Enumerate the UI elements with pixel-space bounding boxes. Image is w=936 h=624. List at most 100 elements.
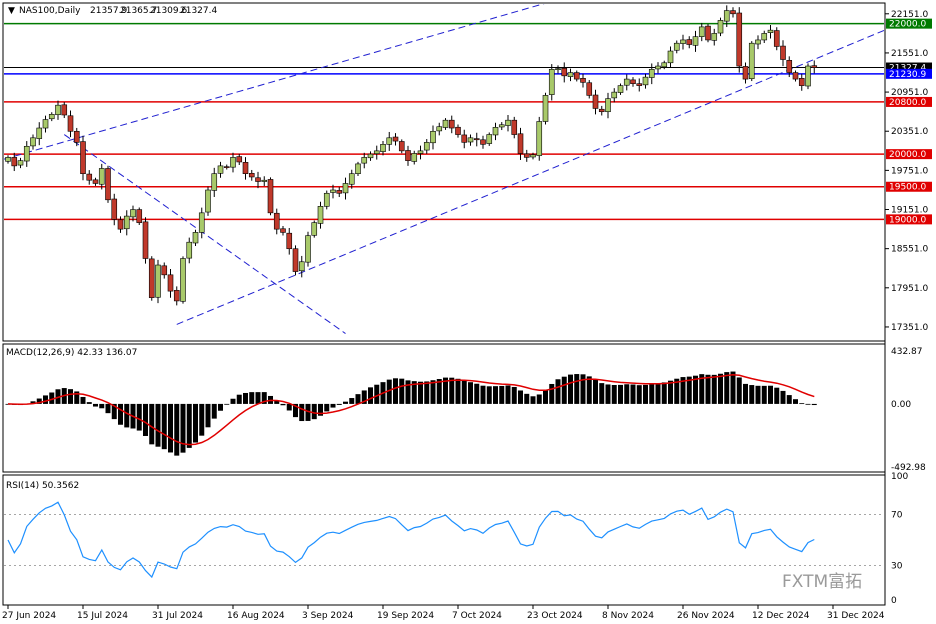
- macd-bar-72: [455, 378, 461, 404]
- x-tick-label-0: 27 Jun 2024: [2, 611, 56, 621]
- candle-body-0: [5, 157, 11, 162]
- candle-body-104: [655, 65, 661, 70]
- candle-body-101: [636, 83, 643, 86]
- macd-bar-32: [205, 403, 211, 428]
- macd-bar-95: [599, 383, 605, 404]
- candle-body-47: [298, 261, 305, 272]
- macd-bar-78: [493, 386, 498, 404]
- candle-body-88: [555, 68, 561, 70]
- candle-body-7: [48, 114, 55, 120]
- macd-bar-40: [255, 392, 261, 404]
- candle-body-57: [361, 157, 368, 164]
- macd-bar-112: [705, 374, 711, 404]
- price-tick-label-3: 20351.0: [891, 127, 928, 137]
- price-tag-label-4: 20000.0: [889, 150, 926, 160]
- macd-bar-29: [186, 403, 192, 448]
- candle-body-60: [380, 144, 386, 152]
- candle-body-55: [348, 173, 355, 185]
- candle-body-35: [223, 166, 230, 168]
- candle-body-78: [492, 127, 499, 136]
- macd-bar-114: [718, 373, 723, 404]
- candle-body-89: [561, 67, 568, 77]
- candle-body-87: [548, 69, 555, 95]
- macd-bar-91: [574, 374, 580, 404]
- candle-body-9: [61, 104, 68, 116]
- price-tick-label-6: 18551.0: [891, 245, 928, 255]
- candle-body-11: [73, 130, 80, 143]
- candle-body-30: [192, 232, 199, 244]
- price-tag-label-2: 21230.9: [889, 70, 926, 80]
- macd-bar-38: [243, 392, 248, 404]
- candle-body-80: [505, 119, 511, 126]
- candle-body-90: [567, 72, 574, 77]
- macd-bar-49: [311, 403, 317, 420]
- candle-body-2: [17, 160, 24, 166]
- macd-bar-71: [449, 377, 455, 404]
- x-tick-label-9: 26 Nov 2024: [677, 611, 735, 621]
- candle-body-113: [711, 33, 718, 41]
- candle-body-39: [248, 173, 255, 178]
- macd-bar-67: [424, 381, 430, 404]
- macd-bar-124: [780, 390, 786, 404]
- macd-bar-12: [80, 396, 86, 404]
- x-tick-label-7: 23 Oct 2024: [527, 611, 583, 621]
- macd-bar-74: [468, 382, 473, 404]
- macd-bar-88: [555, 379, 561, 404]
- macd-bar-92: [580, 374, 586, 404]
- macd-bar-84: [530, 396, 536, 404]
- macd-bar-19: [124, 403, 130, 428]
- macd-bar-101: [636, 385, 642, 404]
- symbol-dropdown-arrow[interactable]: ▼: [8, 6, 15, 16]
- candle-body-96: [605, 98, 611, 113]
- candle-body-115: [723, 10, 730, 22]
- candle-body-72: [455, 126, 461, 135]
- watermark: FXTM富拓: [782, 572, 862, 592]
- rsi-tick-label-0: 100: [891, 472, 908, 482]
- candle-body-43: [273, 212, 280, 230]
- macd-bar-16: [105, 403, 111, 414]
- candle-body-61: [386, 137, 393, 145]
- macd-bar-6: [43, 395, 48, 404]
- macd-tick-label-0: 432.87: [891, 347, 923, 357]
- candle-body-13: [86, 173, 93, 181]
- candle-body-126: [792, 72, 799, 80]
- rsi-label: RSI(14) 50.3562: [6, 481, 79, 491]
- candle-body-29: [186, 241, 193, 259]
- macd-bar-104: [655, 383, 661, 404]
- macd-bar-52: [330, 403, 336, 408]
- candle-body-99: [623, 78, 630, 86]
- candle-body-53: [336, 190, 343, 194]
- macd-tick-label-1: 0.00: [891, 400, 911, 410]
- macd-bar-102: [643, 384, 648, 404]
- macd-bar-125: [786, 395, 792, 404]
- candle-body-58: [367, 153, 374, 159]
- macd-bar-58: [368, 387, 373, 404]
- candle-body-127: [798, 78, 805, 86]
- x-tick-label-1: 15 Jul 2024: [77, 611, 128, 621]
- macd-bar-64: [405, 380, 411, 404]
- macd-bar-121: [761, 385, 767, 404]
- candle-body-102: [642, 76, 649, 86]
- candle-body-66: [417, 150, 424, 154]
- candle-body-117: [736, 12, 743, 67]
- candle-body-108: [680, 39, 686, 44]
- macd-bar-105: [661, 382, 667, 404]
- candle-body-8: [55, 104, 61, 116]
- macd-bar-26: [168, 403, 173, 453]
- price-tick-label-0: 22151.0: [891, 10, 928, 20]
- macd-bar-120: [755, 385, 761, 404]
- candle-body-56: [355, 163, 361, 174]
- candle-body-122: [767, 29, 774, 33]
- candle-body-83: [523, 153, 530, 158]
- macd-bar-75: [474, 383, 480, 404]
- candle-body-6: [42, 119, 49, 129]
- candle-body-100: [630, 79, 636, 84]
- price-tag-label-0: 22000.0: [889, 20, 926, 30]
- candle-body-32: [205, 189, 211, 213]
- candle-body-114: [717, 20, 724, 34]
- candle-body-63: [398, 141, 405, 152]
- candle-body-119: [748, 42, 755, 80]
- candle-body-125: [786, 60, 793, 73]
- macd-bar-129: [811, 403, 817, 406]
- candle-body-1: [11, 157, 18, 167]
